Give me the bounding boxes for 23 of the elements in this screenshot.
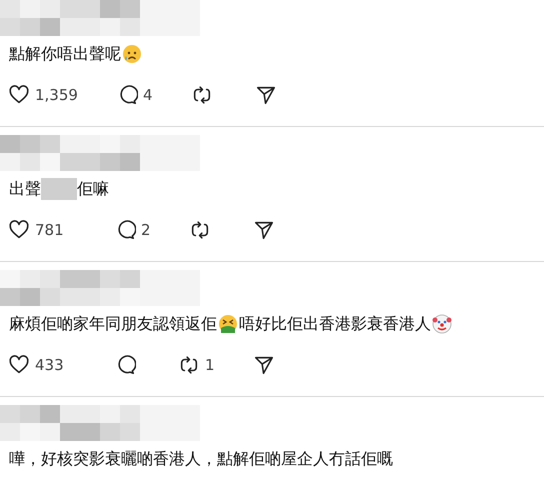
- repost-icon: [178, 354, 200, 376]
- heart-icon: [8, 219, 30, 241]
- comment-text: 點解你唔出聲呢: [9, 43, 121, 65]
- clown-face-emoji-icon: [432, 314, 452, 334]
- comment-text: 嘩，好核突影衰曬啲香港人，點解佢啲屋企人冇話佢嘅: [9, 448, 393, 470]
- sad-face-emoji-icon: [122, 44, 142, 64]
- like-button[interactable]: 781: [4, 217, 80, 243]
- send-icon: [254, 84, 276, 106]
- heart-icon: [8, 354, 30, 376]
- like-button[interactable]: 1,359: [4, 82, 82, 108]
- send-icon: [252, 219, 275, 241]
- reply-button[interactable]: 4: [112, 82, 156, 108]
- repost-button[interactable]: 1: [174, 352, 219, 378]
- comment-text: 麻煩佢啲家年同朋友認領返佢: [9, 313, 217, 335]
- reply-button[interactable]: 2: [110, 217, 155, 243]
- heart-icon: [8, 84, 30, 106]
- comment-text: 唔好比佢出香港影衰香港人: [239, 313, 431, 335]
- send-icon: [252, 354, 275, 376]
- comment-text: 出聲: [9, 178, 41, 200]
- redacted-block: [41, 178, 77, 200]
- sick-face-emoji-icon: [218, 314, 238, 334]
- like-button[interactable]: 433: [4, 352, 80, 378]
- comment-text: 佢嘛: [77, 178, 109, 200]
